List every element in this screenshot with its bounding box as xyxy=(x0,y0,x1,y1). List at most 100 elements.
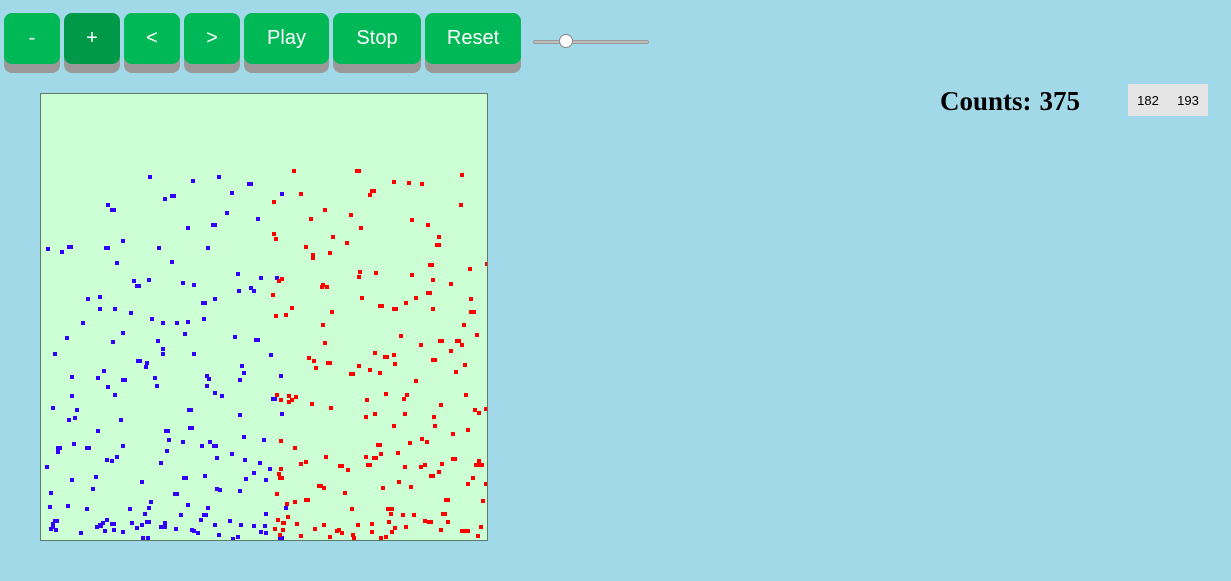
red-particle xyxy=(287,394,291,398)
red-particle xyxy=(273,527,277,531)
red-particle xyxy=(419,343,423,347)
red-particle xyxy=(386,507,390,511)
blue-particle xyxy=(135,526,139,530)
red-particle xyxy=(407,181,411,185)
simulation-canvas[interactable] xyxy=(40,93,488,541)
blue-particle xyxy=(259,276,263,280)
red-particle xyxy=(460,529,466,533)
blue-particle xyxy=(45,465,49,469)
blue-particle xyxy=(161,321,165,325)
zoom-in-button[interactable]: + xyxy=(64,13,120,64)
red-particle xyxy=(351,533,355,537)
red-particle xyxy=(346,468,350,472)
blue-particle xyxy=(91,487,95,491)
red-particle xyxy=(466,529,470,533)
blue-particle xyxy=(263,524,267,528)
speed-slider[interactable] xyxy=(533,34,649,50)
speed-slider-track[interactable] xyxy=(533,40,649,44)
red-particle xyxy=(428,263,434,267)
blue-particle xyxy=(175,321,179,325)
red-particle xyxy=(446,520,450,524)
red-particle xyxy=(439,403,443,407)
red-particle xyxy=(405,393,409,397)
red-particle xyxy=(379,452,383,456)
red-particle xyxy=(471,476,475,480)
blue-particle xyxy=(161,352,165,356)
blue-particle xyxy=(244,477,248,481)
red-particle xyxy=(275,393,279,397)
red-particle xyxy=(299,192,303,196)
blue-particle xyxy=(192,352,196,356)
red-particle xyxy=(310,402,314,406)
red-particle xyxy=(420,182,424,186)
counts-label: Counts: xyxy=(940,86,1032,116)
blue-particle xyxy=(51,406,55,410)
red-particle xyxy=(374,271,378,275)
blue-particle xyxy=(233,335,237,339)
red-particle xyxy=(272,200,276,204)
red-particle xyxy=(379,536,383,540)
red-particle xyxy=(468,267,472,271)
blue-particle xyxy=(247,182,253,186)
red-particle xyxy=(373,351,377,355)
red-particle xyxy=(312,359,316,363)
red-particle xyxy=(409,485,413,489)
red-particle xyxy=(392,180,396,184)
blue-particle xyxy=(145,520,151,524)
blue-particle xyxy=(243,458,247,462)
blue-particle xyxy=(256,217,260,221)
red-particle xyxy=(309,217,313,221)
red-particle xyxy=(474,463,480,467)
red-particle xyxy=(330,310,334,314)
red-particle xyxy=(396,451,400,455)
blue-particle xyxy=(259,530,263,534)
red-particle xyxy=(454,370,458,374)
red-particle xyxy=(432,415,436,419)
blue-particle xyxy=(236,535,240,539)
blue-particle xyxy=(238,413,242,417)
blue-particle xyxy=(179,513,183,517)
zoom-out-button[interactable]: - xyxy=(4,13,60,64)
blue-particle xyxy=(53,352,57,356)
red-particle xyxy=(392,353,396,357)
blue-particle xyxy=(211,223,217,227)
stop-button[interactable]: Stop xyxy=(333,13,421,64)
red-particle xyxy=(485,262,487,266)
blue-particle xyxy=(202,513,208,517)
blue-particle xyxy=(192,283,196,287)
blue-particle xyxy=(85,446,91,450)
red-particle xyxy=(484,482,487,486)
red-particle xyxy=(463,363,467,367)
blue-particle xyxy=(218,488,222,492)
red-particle xyxy=(439,528,443,532)
step-forward-button[interactable]: > xyxy=(184,13,240,64)
red-particle xyxy=(429,474,435,478)
red-particle xyxy=(299,462,303,466)
blue-particle xyxy=(72,442,76,446)
blue-particle xyxy=(157,246,161,250)
red-particle xyxy=(304,245,308,249)
red-particle xyxy=(277,472,281,476)
red-particle xyxy=(423,519,427,523)
red-particle xyxy=(476,534,480,538)
red-particle xyxy=(437,470,441,474)
play-button[interactable]: Play xyxy=(244,13,329,64)
blue-particle xyxy=(75,408,79,412)
red-particle xyxy=(274,314,278,318)
red-particle xyxy=(389,512,393,516)
speed-slider-thumb[interactable] xyxy=(558,34,573,48)
step-back-button[interactable]: < xyxy=(124,13,180,64)
blue-particle xyxy=(121,331,125,335)
red-particle xyxy=(381,486,385,490)
red-particle xyxy=(437,235,441,239)
reset-button[interactable]: Reset xyxy=(425,13,521,64)
red-particle xyxy=(311,256,315,260)
blue-count: 182 xyxy=(1137,92,1159,108)
red-particle xyxy=(275,492,279,496)
blue-particle xyxy=(174,527,178,531)
blue-particle xyxy=(230,191,234,195)
red-particle xyxy=(481,499,485,503)
red-particle xyxy=(393,526,397,530)
red-particle xyxy=(431,307,435,311)
blue-particle xyxy=(203,474,207,478)
